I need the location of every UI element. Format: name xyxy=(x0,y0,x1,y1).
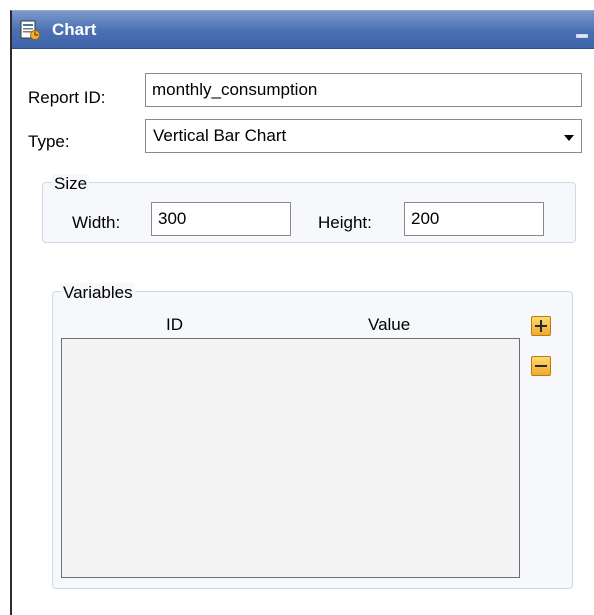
type-label: Type: xyxy=(28,132,70,151)
type-select[interactable]: Vertical Bar Chart xyxy=(145,119,582,153)
report-id-input[interactable] xyxy=(145,73,582,107)
report-chart-icon xyxy=(20,20,40,40)
report-id-label: Report ID: xyxy=(28,88,106,107)
variables-table[interactable] xyxy=(61,338,520,578)
plus-icon-stem xyxy=(540,320,542,332)
size-group-legend: Size xyxy=(52,174,90,194)
remove-variable-button[interactable] xyxy=(531,356,551,376)
variables-group-legend: Variables xyxy=(61,283,135,303)
height-label: Height: xyxy=(318,213,372,232)
minus-icon xyxy=(535,365,547,367)
height-input[interactable] xyxy=(404,202,544,236)
add-variable-button[interactable] xyxy=(531,316,551,336)
minimize-button[interactable] xyxy=(576,34,588,38)
column-header-value[interactable]: Value xyxy=(368,315,410,335)
width-label: Width: xyxy=(72,213,121,232)
width-input[interactable] xyxy=(151,202,291,236)
chevron-down-icon[interactable] xyxy=(564,135,574,141)
column-header-id[interactable]: ID xyxy=(166,315,183,335)
panel-titlebar: Chart xyxy=(12,11,594,49)
panel-title: Chart xyxy=(52,20,97,39)
chart-panel: Chart Report ID: Type: Vertical Bar Char… xyxy=(10,10,594,615)
type-select-value: Vertical Bar Chart xyxy=(153,126,287,145)
